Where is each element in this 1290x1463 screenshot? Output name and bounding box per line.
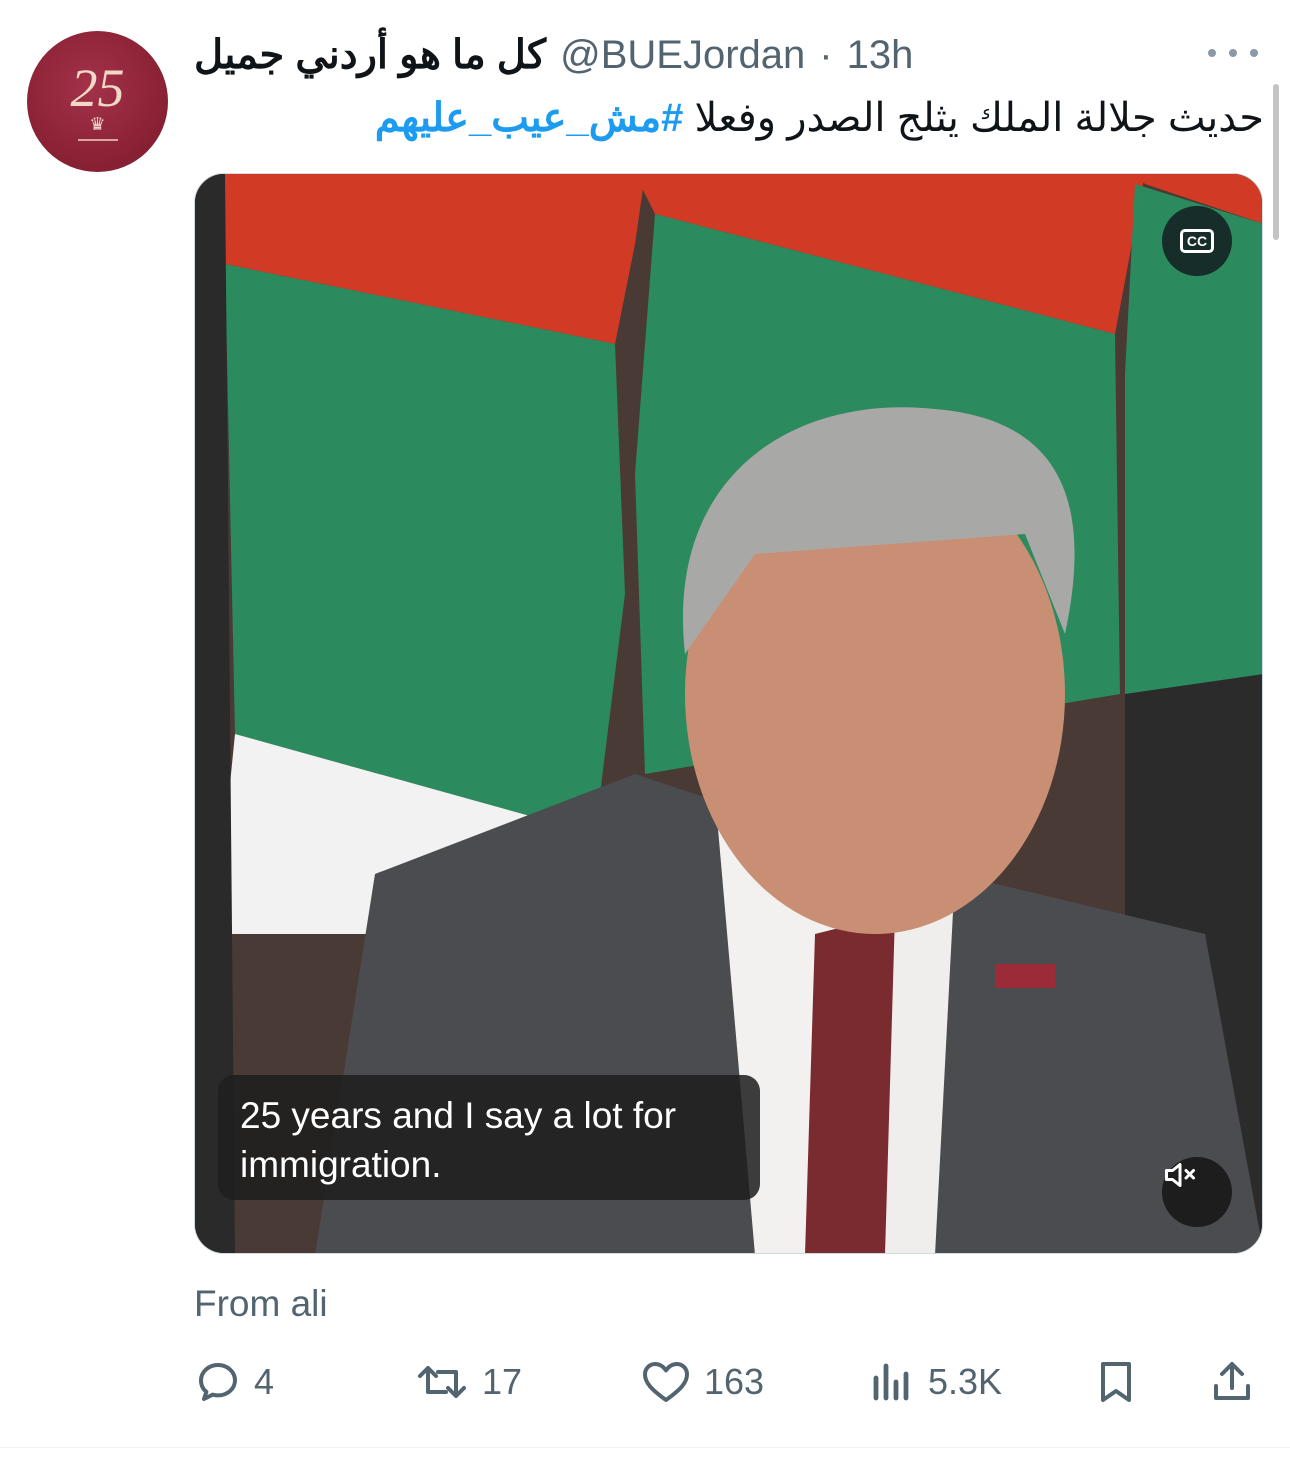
video-player[interactable]: CC 25 years and I say a lot for immigrat… — [194, 173, 1263, 1254]
more-options-icon[interactable] — [1208, 36, 1258, 70]
speaker-muted-icon — [1165, 1163, 1195, 1187]
tweet-body: حديث جلالة الملك يثلج الصدر وفعلا — [683, 96, 1264, 140]
video-caption: 25 years and I say a lot for immigration… — [218, 1075, 760, 1200]
views-button[interactable]: 5.3K — [868, 1352, 1002, 1412]
action-bar: 4 17 163 5.3K — [0, 1352, 1290, 1412]
bottom-divider — [0, 1447, 1290, 1448]
caption-line-1: 25 years and I say a lot for — [240, 1095, 677, 1136]
tweet-header: كل ما هو أردني جميل @BUEJordan · 13h — [194, 28, 1214, 82]
tweet-text: حديث جلالة الملك يثلج الصدر وفعلا #مش_عي… — [194, 90, 1264, 154]
reply-button[interactable]: 4 — [194, 1352, 274, 1412]
crown-icon: ♛ — [89, 113, 106, 134]
reply-count: 4 — [254, 1361, 275, 1402]
repost-count: 17 — [482, 1361, 523, 1402]
share-button[interactable] — [1208, 1352, 1256, 1412]
account-avatar[interactable]: 25 ♛ — [27, 31, 168, 172]
separator-dot: · — [819, 32, 833, 77]
handle[interactable]: @BUEJordan — [560, 33, 805, 78]
views-count: 5.3K — [928, 1361, 1003, 1402]
like-button[interactable]: 163 — [640, 1352, 764, 1412]
heart-icon — [643, 1362, 689, 1402]
mute-toggle-button[interactable] — [1162, 1157, 1232, 1227]
display-name[interactable]: كل ما هو أردني جميل — [194, 32, 546, 78]
hashtag-link[interactable]: #مش_عيب_عليهم — [375, 96, 684, 140]
closed-captions-button[interactable]: CC — [1162, 206, 1232, 276]
reply-icon — [199, 1363, 237, 1401]
analytics-icon — [873, 1363, 909, 1401]
timestamp[interactable]: 13h — [847, 33, 914, 78]
closed-captions-icon: CC — [1179, 229, 1215, 253]
repost-icon — [418, 1366, 466, 1398]
like-count: 163 — [704, 1361, 765, 1402]
source-label: From ali — [194, 1283, 328, 1324]
share-icon — [1214, 1362, 1250, 1400]
scrollbar[interactable] — [1273, 84, 1279, 240]
repost-button[interactable]: 17 — [414, 1352, 522, 1412]
caption-line-2: immigration. — [240, 1144, 442, 1185]
bookmark-icon — [1101, 1362, 1131, 1402]
avatar-monogram: 25 — [70, 57, 125, 118]
avatar-underline — [77, 138, 118, 141]
bookmark-button[interactable] — [1092, 1352, 1140, 1412]
